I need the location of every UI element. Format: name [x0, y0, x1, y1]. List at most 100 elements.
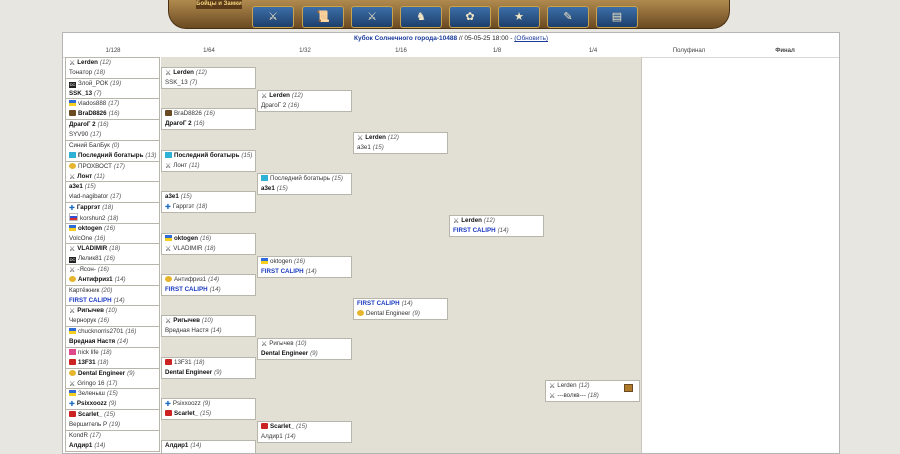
player-entry[interactable]: oktogen (16): [258, 257, 351, 267]
player-name[interactable]: SYV90: [69, 131, 88, 138]
player-entry[interactable]: Тонатор (18): [66, 68, 159, 78]
player-name[interactable]: Ригычев: [77, 307, 104, 314]
player-name[interactable]: Scarlet_: [174, 410, 198, 417]
player-name[interactable]: Ригычев: [269, 340, 293, 347]
player-name[interactable]: Scarlet_: [270, 423, 294, 430]
player-name[interactable]: oktogen: [270, 258, 292, 265]
player-name[interactable]: BraD8826: [78, 110, 107, 117]
player-entry[interactable]: Scarlet_ (15): [162, 409, 255, 419]
player-name[interactable]: Лелик81: [78, 255, 102, 262]
player-entry[interactable]: Алдир1 (14): [258, 432, 351, 442]
swords-nav-button[interactable]: ⚔: [351, 6, 393, 28]
player-entry[interactable]: ДрагоГ 2 (16): [66, 120, 159, 130]
player-name[interactable]: Последний богатырь: [174, 152, 239, 159]
player-entry[interactable]: Последний богатырь (13): [66, 151, 159, 161]
player-entry[interactable]: Вершитель Р (19): [66, 420, 159, 430]
player-name[interactable]: Lerden: [173, 69, 194, 76]
player-entry[interactable]: ⚔ VLADIMIR (18): [162, 244, 255, 254]
player-entry[interactable]: chucknorris2701 (16): [66, 327, 159, 337]
player-name[interactable]: a3e1: [357, 144, 371, 151]
player-name[interactable]: ДрагоГ 2: [261, 102, 286, 109]
player-name[interactable]: oktogen: [174, 235, 198, 242]
player-entry[interactable]: ⚔ Лонт (11): [162, 161, 255, 171]
player-entry[interactable]: Алдир1 (14): [162, 441, 255, 451]
player-name[interactable]: Lerden: [557, 382, 576, 389]
player-name[interactable]: Антифриз1: [174, 276, 206, 283]
player-name[interactable]: FIRST CALIPH: [69, 297, 112, 304]
player-entry[interactable]: ДрагоГ 2 (16): [258, 101, 351, 111]
player-name[interactable]: ПРОХВОСТ: [78, 163, 112, 170]
player-name[interactable]: Зеленыш: [78, 390, 105, 397]
player-name[interactable]: 13F31: [174, 359, 192, 366]
player-name[interactable]: Lerden: [269, 92, 290, 99]
player-entry[interactable]: ⚔ ---волкв--- (18): [546, 391, 639, 401]
player-name[interactable]: vlad-nagibator: [69, 193, 108, 200]
player-name[interactable]: Psixxoozz: [173, 400, 201, 407]
player-entry[interactable]: Антифриз1 (14): [66, 275, 159, 285]
player-entry[interactable]: FIRST CALIPH (14): [354, 299, 447, 309]
player-entry[interactable]: Последний богатырь (15): [162, 151, 255, 161]
player-name[interactable]: SSK_13: [165, 79, 188, 86]
player-name[interactable]: Scarlet_: [78, 411, 102, 418]
battle-nav-button[interactable]: ⚔: [252, 6, 294, 28]
player-name[interactable]: a3e1: [261, 185, 275, 192]
player-entry[interactable]: ⚔ Лонт (11): [66, 172, 159, 182]
player-name[interactable]: FIRST CALIPH: [261, 268, 304, 275]
player-name[interactable]: Лонт: [77, 173, 92, 180]
player-entry[interactable]: Dental Engineer (9): [354, 309, 447, 319]
player-name[interactable]: BraD8826: [174, 110, 202, 117]
player-name[interactable]: SSK_13: [69, 90, 92, 97]
player-entry[interactable]: oktogen (16): [162, 234, 255, 244]
player-name[interactable]: Антифриз1: [78, 276, 113, 283]
player-entry[interactable]: Dental Engineer (9): [66, 369, 159, 379]
player-name[interactable]: Чернорук: [69, 317, 96, 324]
player-name[interactable]: Алдир1: [69, 442, 92, 449]
player-name[interactable]: FIRST CALIPH: [165, 286, 208, 293]
player-entry[interactable]: KondR (17): [66, 431, 159, 441]
player-name[interactable]: 13F31: [78, 359, 96, 366]
cake-nav-button[interactable]: ✿: [449, 6, 491, 28]
player-entry[interactable]: FIRST CALIPH (14): [258, 267, 351, 277]
player-name[interactable]: Dental Engineer: [366, 310, 410, 317]
player-entry[interactable]: 13F31 (18): [66, 358, 159, 368]
player-name[interactable]: oktogen: [78, 225, 102, 232]
player-entry[interactable]: Scarlet_ (15): [258, 422, 351, 432]
player-entry[interactable]: ⚔ Gringo 16 (17): [66, 379, 159, 389]
refresh-link[interactable]: (Обновить): [514, 35, 548, 42]
player-name[interactable]: korshun2: [80, 215, 105, 222]
player-name[interactable]: Gringo 16: [77, 380, 104, 387]
player-name[interactable]: vlados888: [78, 100, 106, 107]
player-entry[interactable]: Вредная Настя (14): [66, 337, 159, 347]
knight-nav-button[interactable]: ♞: [400, 6, 442, 28]
player-name[interactable]: ДрагоГ 2: [165, 120, 192, 127]
player-entry[interactable]: a3e1 (15): [258, 184, 351, 194]
player-name[interactable]: Гарргэт: [77, 204, 100, 211]
player-entry[interactable]: Антифриз1 (14): [162, 275, 255, 285]
player-entry[interactable]: FIRST CALIPH (14): [450, 226, 543, 236]
player-entry[interactable]: Картёжник (20): [66, 286, 159, 296]
player-name[interactable]: VLADIMIR: [173, 245, 202, 252]
player-entry[interactable]: Dental Engineer (9): [258, 349, 351, 359]
player-entry[interactable]: FIRST CALIPH (14): [66, 296, 159, 306]
player-name[interactable]: nick life: [78, 349, 99, 356]
player-entry[interactable]: ⚔ Lerden (12): [66, 58, 159, 68]
player-entry[interactable]: DC Лелик81 (16): [66, 254, 159, 264]
player-entry[interactable]: Зеленыш (15): [66, 389, 159, 399]
player-entry[interactable]: SSK_13 (7): [66, 89, 159, 99]
player-name[interactable]: Алдир1: [261, 433, 283, 440]
player-entry[interactable]: nick life (18): [66, 348, 159, 358]
player-entry[interactable]: Вредная Настя (14): [162, 326, 255, 336]
player-name[interactable]: Dental Engineer: [78, 370, 125, 377]
player-entry[interactable]: ⚔ Lerden (12): [450, 216, 543, 226]
player-entry[interactable]: BraD8826 (16): [66, 109, 159, 119]
player-entry[interactable]: vlad-nagibator (17): [66, 192, 159, 202]
player-entry[interactable]: ⚔ Lerden (12): [354, 133, 447, 143]
player-name[interactable]: Злой_РОК: [78, 80, 108, 87]
player-entry[interactable]: a3e1 (15): [354, 143, 447, 153]
chat-nav-button[interactable]: ▤: [596, 6, 638, 28]
player-entry[interactable]: ⚔ VLADIMIR (18): [66, 244, 159, 254]
player-entry[interactable]: SYV90 (17): [66, 130, 159, 140]
player-entry[interactable]: a3e1 (15): [66, 182, 159, 192]
player-entry[interactable]: ✚ Psixxoozz (9): [162, 399, 255, 409]
stars-nav-button[interactable]: ★: [498, 6, 540, 28]
